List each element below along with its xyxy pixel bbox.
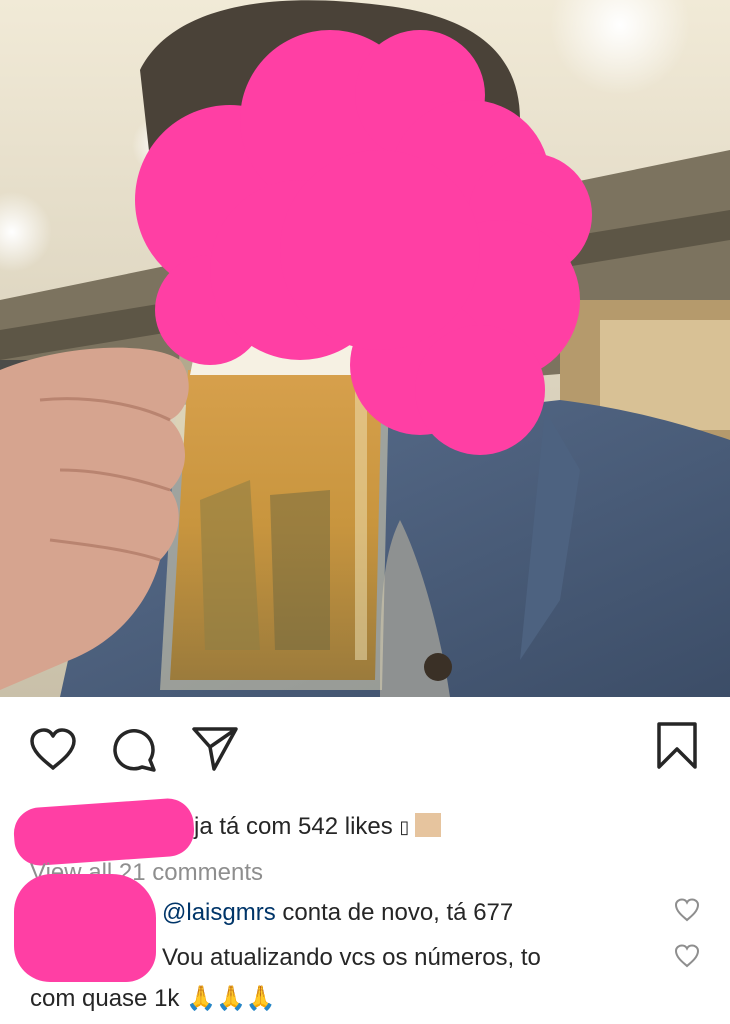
caption-emoji: ▯ bbox=[399, 817, 410, 838]
photo-scene bbox=[0, 0, 730, 697]
bookmark-icon[interactable] bbox=[655, 721, 699, 771]
emoji-placeholder-icon bbox=[415, 813, 442, 837]
comment-text: Vou atualizando vcs os números, to bbox=[162, 944, 541, 971]
comment-text-continued: com quase 1k bbox=[30, 985, 180, 1012]
action-bar bbox=[0, 697, 730, 797]
post-photo[interactable] bbox=[0, 0, 730, 697]
username-redaction-comments bbox=[14, 874, 156, 982]
comment-bubble-icon[interactable] bbox=[112, 727, 158, 773]
heart-icon[interactable] bbox=[29, 728, 77, 772]
mention-link[interactable]: @laisgmrs bbox=[162, 899, 276, 926]
caption-text: ja tá com 542 likes bbox=[194, 813, 393, 840]
paper-plane-icon[interactable] bbox=[190, 725, 240, 771]
comment-row-continued: com quase 1k 🙏🙏🙏 bbox=[30, 982, 276, 1015]
comment-like-heart-icon[interactable] bbox=[674, 898, 700, 927]
comment-like-heart-icon[interactable] bbox=[674, 944, 700, 973]
praying-hands-emoji: 🙏🙏🙏 bbox=[186, 984, 276, 1012]
comment-text: conta de novo, tá 677 bbox=[275, 899, 514, 926]
